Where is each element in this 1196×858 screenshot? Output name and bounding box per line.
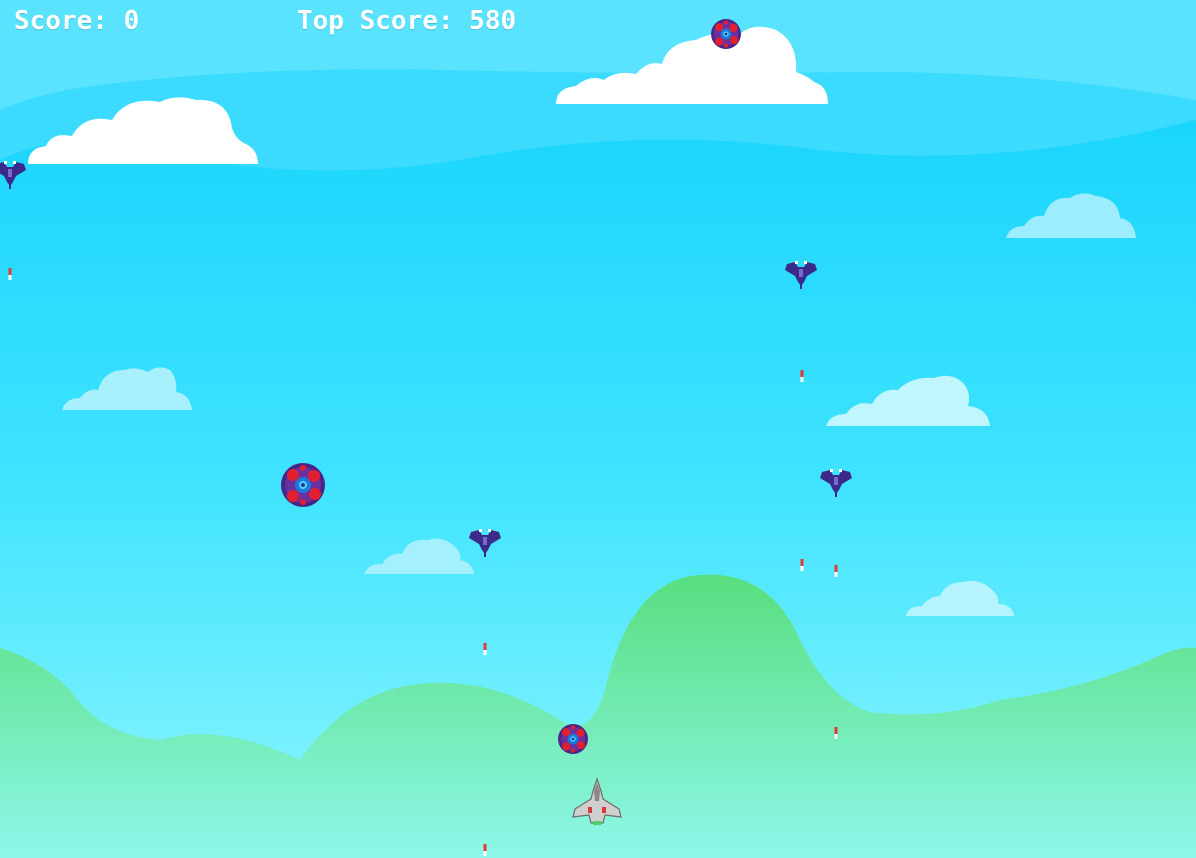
score-label: Score: 0 [14,6,140,36]
bullet-icon [834,565,838,577]
bullet-icon [483,844,487,856]
bullet-icon [483,643,487,655]
game-canvas[interactable] [0,0,1196,858]
top-score-label: Top Score: 580 [297,6,517,36]
spiked-mine-icon [711,19,741,49]
bullet-icon [8,268,12,280]
spiked-mine-icon [558,724,588,754]
spiked-mine-icon [281,463,325,507]
bullet-icon [800,559,804,571]
bullet-icon [834,727,838,739]
bullet-icon [800,370,804,382]
